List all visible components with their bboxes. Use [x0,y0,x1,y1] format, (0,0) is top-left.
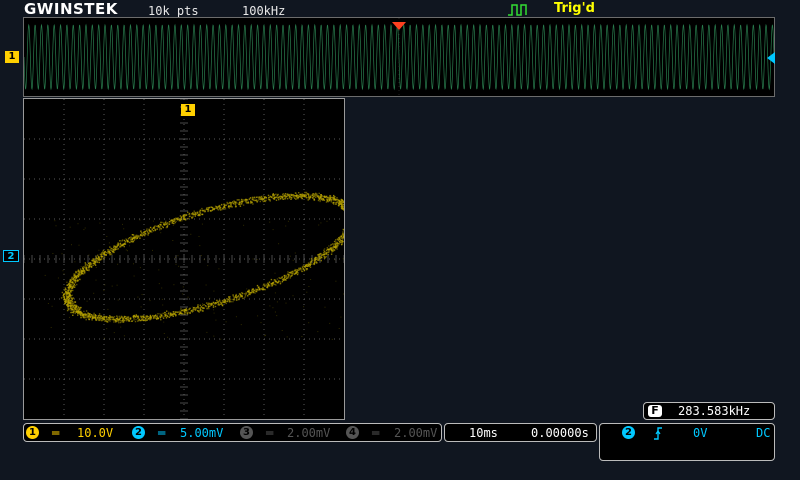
ch2-scale[interactable]: 5.00mV [180,426,223,440]
ch1-x-marker[interactable]: 1 [181,104,195,116]
trigger-settings-box[interactable]: 2 0V DC [599,423,775,461]
channel-status-bar[interactable]: 1 ═ 10.0V 2 ═ 5.00mV 3 ═ 2.00mV 4 ═ 2.00… [23,423,442,442]
frequency-counter[interactable]: F 283.583kHz [643,402,775,420]
xy-display[interactable] [23,98,358,420]
dc-coupling-icon: ═ [158,426,166,440]
trigger-status: Trig'd [554,1,595,16]
xy-graticule [23,98,345,420]
trigger-position-icon[interactable] [391,16,407,35]
frequency-value: 283.583kHz [678,404,751,418]
ch4-indicator[interactable]: 4 [346,426,359,439]
timebase-scale[interactable]: 10ms [469,426,498,440]
ch1-ground-marker[interactable]: 1 [5,51,19,63]
record-length: 10k pts [148,4,199,18]
ch4-scale[interactable]: 2.00mV [394,426,437,440]
horizontal-position[interactable]: 0.00000s [531,426,589,440]
ch1-scale[interactable]: 10.0V [77,426,113,440]
ch1-indicator[interactable]: 1 [26,426,39,439]
frequency-label: F [648,405,662,417]
trigger-coupling[interactable]: DC [756,426,770,440]
ch3-indicator[interactable]: 3 [240,426,253,439]
dc-coupling-icon: ═ [266,426,274,440]
trigger-source[interactable]: 2 [622,426,635,439]
timebase-box[interactable]: 10ms 0.00000s [444,423,597,442]
sample-rate: 100kHz [242,4,286,18]
ch2-level-arrow-icon[interactable] [766,50,776,69]
dc-coupling-icon: ═ [52,426,60,440]
ch2-y-marker[interactable]: 2 [3,250,19,262]
trigger-level[interactable]: 0V [693,426,707,440]
rising-edge-icon [652,425,664,445]
ch2-indicator[interactable]: 2 [132,426,145,439]
dc-coupling-icon: ═ [372,426,380,440]
xy-trace [44,191,358,340]
ch3-scale[interactable]: 2.00mV [287,426,330,440]
brand-logo: GWINSTEK [24,0,118,18]
